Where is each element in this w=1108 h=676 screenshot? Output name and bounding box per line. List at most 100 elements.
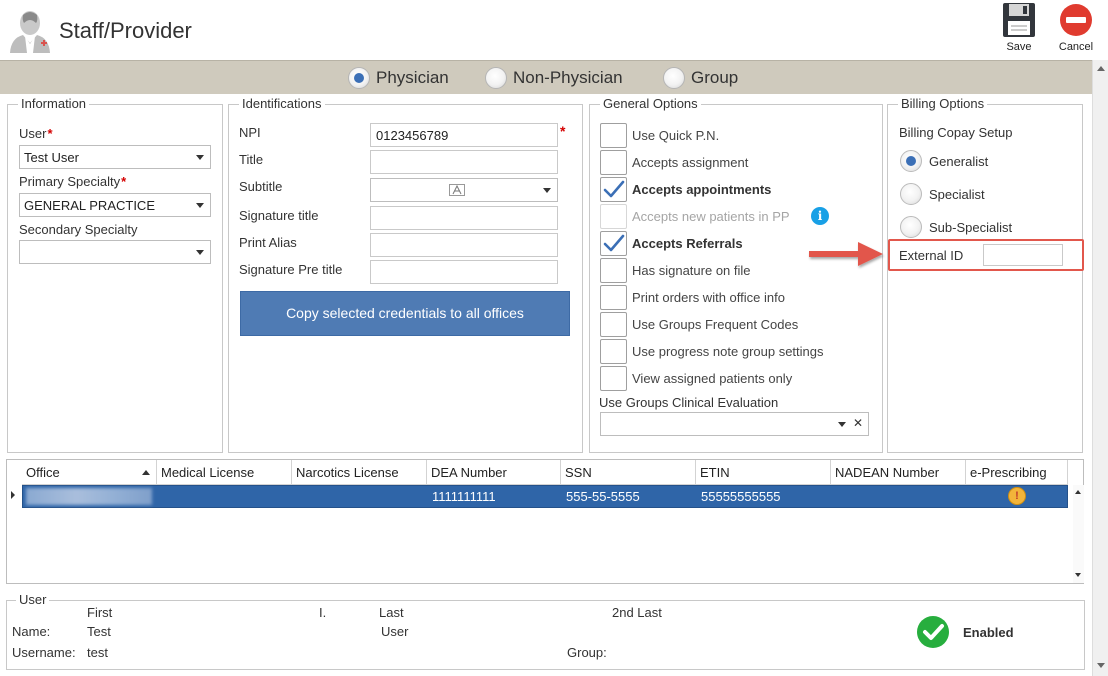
col-header-ssn[interactable]: SSN	[561, 460, 696, 485]
option-checkbox[interactable]	[600, 150, 627, 175]
radio-indicator	[900, 183, 922, 205]
information-title: Information	[18, 96, 90, 111]
copay-radio-specialist[interactable]: Specialist	[900, 183, 985, 205]
option-checkbox[interactable]	[600, 123, 627, 148]
first-name-header: First	[87, 605, 113, 620]
name-label: Name:	[12, 624, 51, 639]
radio-indicator	[900, 150, 922, 172]
option-label: Accepts new patients in PP	[632, 209, 790, 224]
info-icon[interactable]: i	[811, 207, 829, 225]
title-input[interactable]	[370, 150, 558, 174]
username-value: test	[87, 645, 108, 660]
col-header-medical-license[interactable]: Medical License	[157, 460, 292, 485]
signature-title-label: Signature title	[239, 208, 319, 223]
option-label: Use progress note group settings	[632, 344, 824, 359]
page-title: Staff/Provider	[59, 18, 192, 43]
option-label: Accepts appointments	[632, 182, 772, 197]
col-header-dea-number[interactable]: DEA Number	[427, 460, 561, 485]
copay-radio-sub-specialist[interactable]: Sub-Specialist	[900, 216, 1012, 238]
sort-ascending-icon	[142, 470, 150, 475]
cancel-button[interactable]: Cancel	[1054, 2, 1098, 58]
primary-specialty-select[interactable]: GENERAL PRACTICE	[19, 193, 211, 217]
secondary-specialty-label: Secondary Specialty	[19, 222, 138, 237]
checkmark-icon	[603, 234, 625, 252]
dea-number-cell: 1111111111	[432, 489, 496, 504]
npi-value: 0123456789	[376, 128, 449, 143]
scroll-up-icon[interactable]	[1097, 66, 1105, 71]
print-alias-input[interactable]	[370, 233, 558, 257]
radio-non-physician[interactable]: Non-Physician	[485, 66, 623, 90]
option-checkbox	[600, 204, 627, 229]
initial-header: I.	[319, 605, 327, 620]
text-style-icon	[449, 184, 465, 196]
scroll-up-icon[interactable]	[1075, 490, 1081, 494]
signature-pre-title-label: Signature Pre title	[239, 262, 343, 277]
signature-pre-title-input[interactable]	[370, 260, 558, 284]
table-row[interactable]: 1111111111 555-55-5555 55555555555 !	[22, 485, 1068, 508]
user-select[interactable]: Test User	[19, 145, 211, 169]
external-id-input[interactable]	[983, 244, 1063, 266]
warning-icon[interactable]: !	[1008, 487, 1026, 505]
option-label: View assigned patients only	[632, 371, 793, 386]
option-label: Accepts assignment	[632, 155, 749, 170]
external-id-label: External ID	[899, 248, 964, 263]
copay-setup-label: Billing Copay Setup	[899, 125, 1013, 140]
clinical-eval-select[interactable]: ✕	[600, 412, 869, 436]
subtitle-select[interactable]	[370, 178, 558, 202]
radio-physician[interactable]: Physician	[348, 66, 449, 90]
print-alias-label: Print Alias	[239, 235, 297, 250]
radio-non-physician-label: Non-Physician	[513, 68, 623, 87]
option-checkbox[interactable]	[600, 366, 627, 391]
copay-generalist-label: Generalist	[929, 153, 989, 169]
chevron-down-icon	[196, 155, 204, 160]
copay-specialist-label: Specialist	[929, 186, 985, 202]
user-select-value: Test User	[24, 150, 79, 165]
secondary-specialty-select[interactable]	[19, 240, 211, 264]
npi-input[interactable]: 0123456789	[370, 123, 558, 147]
option-checkbox[interactable]	[600, 285, 627, 310]
radio-indicator	[663, 67, 685, 89]
status-badge: Enabled	[963, 625, 1014, 640]
staff-provider-icon	[10, 11, 50, 53]
copay-radio-generalist[interactable]: Generalist	[900, 150, 988, 172]
office-cell-redacted	[26, 488, 152, 505]
col-header-office[interactable]: Office	[22, 460, 157, 485]
ssn-cell: 555-55-5555	[566, 489, 640, 504]
option-checkbox[interactable]	[600, 258, 627, 283]
scroll-down-icon[interactable]	[1097, 663, 1105, 668]
checkmark-icon	[603, 180, 625, 198]
grid-scrollbar[interactable]	[1073, 485, 1084, 583]
red-arrow-icon	[809, 242, 883, 266]
chevron-down-icon	[838, 422, 846, 427]
chevron-down-icon	[196, 203, 204, 208]
last-name-value: User	[381, 624, 409, 639]
col-header-eprescribing[interactable]: e-Prescribing	[966, 460, 1068, 485]
col-header-narcotics-license[interactable]: Narcotics License	[292, 460, 427, 485]
no-entry-icon	[1060, 4, 1092, 36]
copy-credentials-button[interactable]: Copy selected credentials to all offices	[240, 291, 570, 336]
window-scrollbar[interactable]	[1092, 60, 1108, 676]
general-options-title: General Options	[600, 96, 701, 111]
option-checkbox[interactable]	[600, 231, 627, 256]
npi-required-mark: *	[560, 123, 566, 139]
user-label: User*	[19, 126, 53, 141]
option-checkbox[interactable]	[600, 339, 627, 364]
col-header-nadean-number[interactable]: NADEAN Number	[831, 460, 966, 485]
cancel-label: Cancel	[1058, 41, 1094, 53]
title-label: Title	[239, 152, 264, 167]
signature-title-input[interactable]	[370, 206, 558, 230]
radio-group[interactable]: Group	[663, 66, 738, 90]
offices-grid: Office Medical License Narcotics License…	[6, 459, 1084, 584]
save-button[interactable]: Save	[998, 2, 1040, 58]
primary-specialty-value: GENERAL PRACTICE	[24, 198, 155, 213]
radio-indicator	[900, 216, 922, 238]
clear-icon[interactable]: ✕	[853, 416, 863, 430]
scroll-down-icon[interactable]	[1075, 573, 1081, 577]
last-name-header: Last	[379, 605, 404, 620]
col-header-etin[interactable]: ETIN	[696, 460, 831, 485]
option-checkbox[interactable]	[600, 312, 627, 337]
checkmark-circle-icon	[917, 616, 949, 648]
option-checkbox[interactable]	[600, 177, 627, 202]
option-label: Has signature on file	[632, 263, 751, 278]
primary-specialty-label: Primary Specialty*	[19, 174, 127, 189]
